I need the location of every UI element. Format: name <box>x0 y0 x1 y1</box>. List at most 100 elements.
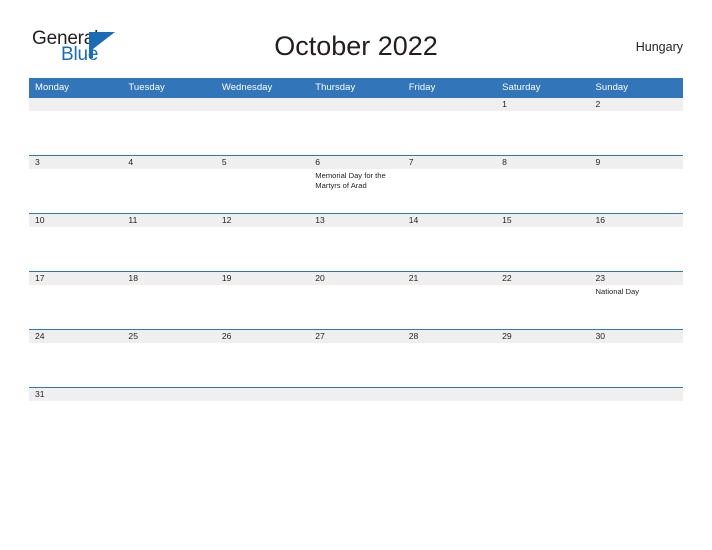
calendar-day-cell[interactable]: 16 <box>589 213 683 272</box>
calendar-week-row: 10 11 12 13 14 15 16 <box>29 213 683 272</box>
calendar-day-cell[interactable]: 2 <box>589 98 683 156</box>
calendar-cell-inner <box>215 388 310 407</box>
weekday-header-wednesday: Wednesday <box>215 78 310 98</box>
calendar-cell-inner: 18 <box>122 272 216 329</box>
calendar-day-cell[interactable]: 1 <box>496 98 590 156</box>
calendar-day-cell[interactable]: 28 <box>402 329 497 388</box>
calendar-day-cell[interactable]: 11 <box>122 213 216 272</box>
calendar-day-number: 12 <box>215 214 310 227</box>
calendar-cell-inner: 2 <box>589 98 683 155</box>
calendar-day-cell[interactable]: 8 <box>496 155 590 214</box>
calendar-day-cell[interactable]: 10 <box>29 213 123 272</box>
calendar-day-number: 28 <box>402 330 497 343</box>
weekday-header-saturday: Saturday <box>496 78 590 98</box>
calendar-day-cell[interactable]: 9 <box>589 155 683 214</box>
calendar-cell-inner: 31 <box>29 388 123 407</box>
weekday-header-tuesday: Tuesday <box>122 78 216 98</box>
calendar-day-number <box>122 388 216 401</box>
calendar-week-row: 31 <box>29 387 683 407</box>
calendar-cell-inner: 27 <box>309 330 403 387</box>
calendar-week-row: 17 18 19 20 21 22 23 National Day <box>29 271 683 330</box>
calendar-empty-cell <box>122 387 216 407</box>
calendar-cell-inner: 8 <box>496 156 590 213</box>
calendar-day-cell[interactable]: 19 <box>215 271 310 330</box>
calendar-day-number <box>402 388 497 401</box>
calendar-day-number: 30 <box>589 330 683 343</box>
calendar-day-cell[interactable]: 4 <box>122 155 216 214</box>
calendar-day-cell[interactable]: 7 <box>402 155 497 214</box>
calendar-cell-inner: 28 <box>402 330 497 387</box>
calendar-empty-cell <box>215 387 310 407</box>
calendar-cell-inner: 10 <box>29 214 123 271</box>
calendar-day-number: 18 <box>122 272 216 285</box>
calendar-cell-inner: 13 <box>309 214 403 271</box>
calendar-day-number: 11 <box>122 214 216 227</box>
calendar-day-cell[interactable]: 17 <box>29 271 123 330</box>
calendar-day-cell[interactable]: 24 <box>29 329 123 388</box>
calendar-day-number <box>309 98 403 111</box>
calendar-day-cell[interactable]: 5 <box>215 155 310 214</box>
calendar-day-number <box>496 388 590 401</box>
calendar-day-cell[interactable]: 3 <box>29 155 123 214</box>
calendar-day-number: 27 <box>309 330 403 343</box>
calendar-cell-inner <box>122 98 216 155</box>
calendar-cell-inner: 22 <box>496 272 590 329</box>
calendar-day-number: 17 <box>29 272 123 285</box>
calendar-day-cell[interactable]: 20 <box>309 271 403 330</box>
calendar-day-number: 2 <box>589 98 683 111</box>
calendar-day-number: 24 <box>29 330 123 343</box>
calendar-day-cell[interactable]: 6 Memorial Day for the Martyrs of Arad <box>309 155 403 214</box>
calendar-day-number: 23 <box>589 272 683 285</box>
country-label: Hungary <box>635 40 683 54</box>
calendar-day-number: 29 <box>496 330 590 343</box>
calendar-cell-inner: 30 <box>589 330 683 387</box>
calendar-cell-inner: 17 <box>29 272 123 329</box>
calendar-cell-inner: 14 <box>402 214 497 271</box>
calendar-cell-inner: 23 National Day <box>589 272 683 329</box>
calendar-body: 1 2 3 4 5 6 Memorial Day for the Martyrs of Ar… <box>29 98 683 407</box>
calendar-day-cell[interactable]: 31 <box>29 387 123 407</box>
calendar-empty-cell <box>402 387 497 407</box>
calendar-day-cell[interactable]: 30 <box>589 329 683 388</box>
calendar-day-cell[interactable]: 23 National Day <box>589 271 683 330</box>
calendar-event-label: National Day <box>595 287 640 296</box>
calendar-day-cell[interactable]: 12 <box>215 213 310 272</box>
calendar-cell-inner: 24 <box>29 330 123 387</box>
calendar-day-cell[interactable]: 26 <box>215 329 310 388</box>
calendar-cell-inner: 21 <box>402 272 497 329</box>
calendar-event-label: Memorial Day for the Martyrs of Arad <box>315 171 386 191</box>
calendar-day-number: 10 <box>29 214 123 227</box>
calendar-cell-inner: 26 <box>215 330 310 387</box>
calendar-empty-cell <box>589 387 683 407</box>
calendar-week-row: 3 4 5 6 Memorial Day for the Martyrs of Arad… <box>29 155 683 214</box>
calendar-cell-inner <box>402 98 497 155</box>
calendar-day-number: 1 <box>496 98 590 111</box>
calendar-day-cell[interactable]: 25 <box>122 329 216 388</box>
weekday-header-monday: Monday <box>29 78 123 98</box>
calendar-week-row: 24 25 26 27 28 29 30 <box>29 329 683 388</box>
calendar-day-cell[interactable]: 14 <box>402 213 497 272</box>
calendar-cell-inner <box>496 388 590 407</box>
calendar-day-number <box>402 98 497 111</box>
calendar-day-cell[interactable]: 18 <box>122 271 216 330</box>
calendar-day-cell[interactable]: 13 <box>309 213 403 272</box>
calendar-empty-cell <box>29 98 123 156</box>
calendar-cell-inner <box>29 98 123 155</box>
calendar-day-cell[interactable]: 27 <box>309 329 403 388</box>
calendar-day-number: 4 <box>122 156 216 169</box>
calendar-day-cell[interactable]: 21 <box>402 271 497 330</box>
calendar-table: Monday Tuesday Wednesday Thursday Friday… <box>29 78 683 407</box>
calendar-day-number: 13 <box>309 214 403 227</box>
calendar-day-number: 3 <box>29 156 123 169</box>
calendar-empty-cell <box>309 387 403 407</box>
calendar-cell-inner <box>402 388 497 407</box>
weekday-header-thursday: Thursday <box>309 78 403 98</box>
calendar-day-cell[interactable]: 15 <box>496 213 590 272</box>
weekday-header-friday: Friday <box>402 78 497 98</box>
calendar-day-cell[interactable]: 29 <box>496 329 590 388</box>
calendar-day-cell[interactable]: 22 <box>496 271 590 330</box>
calendar-cell-inner: 19 <box>215 272 310 329</box>
calendar-cell-inner: 5 <box>215 156 310 213</box>
calendar-cell-inner <box>215 98 310 155</box>
calendar-day-number <box>29 98 123 111</box>
